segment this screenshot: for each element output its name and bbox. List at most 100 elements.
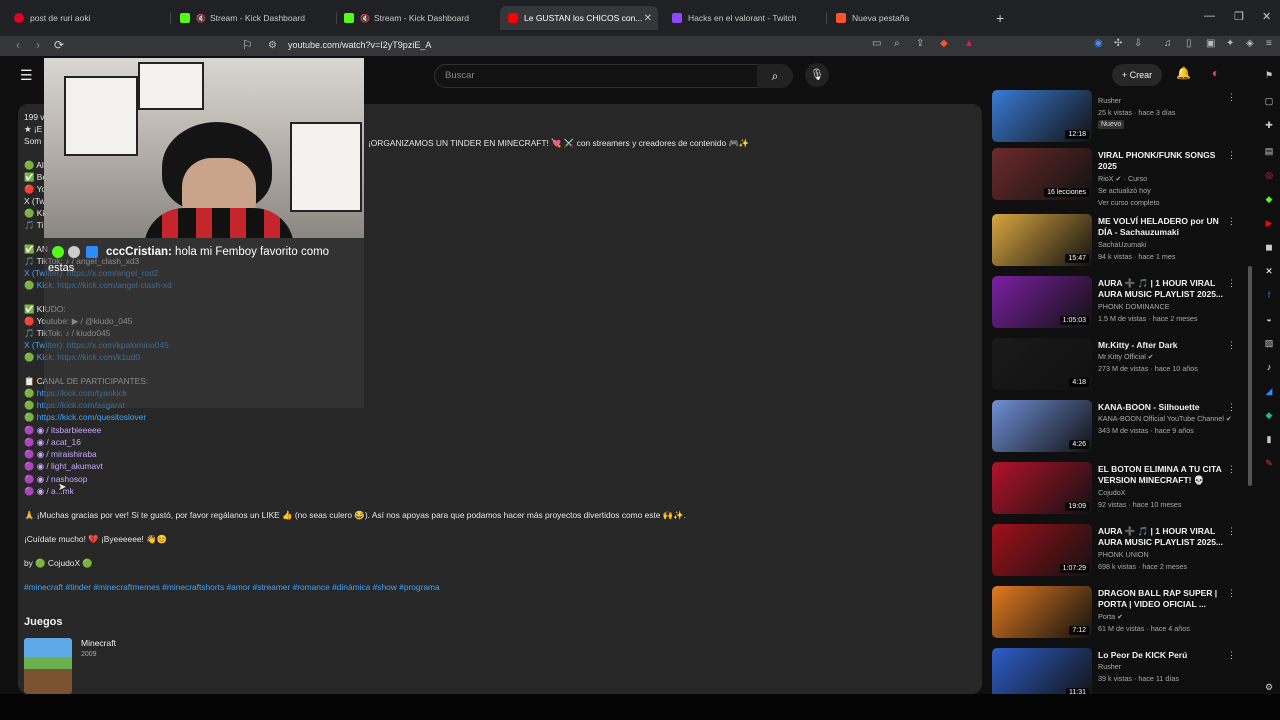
channel-name[interactable]: Mr.Kitty Official ✔ (1098, 352, 1154, 361)
more-options-icon[interactable]: ⋮ (1227, 588, 1236, 599)
description-line[interactable]: 🟣 ◉ / nashosop (24, 474, 87, 485)
mic-button[interactable]: 🎙 (805, 63, 829, 87)
sidebar-extension-icon[interactable]: f (1262, 290, 1276, 300)
sidebar-extension-icon[interactable]: ⚙ (1262, 682, 1276, 693)
video-title[interactable]: AURA ➕ 🎵 | 1 HOUR VIRAL AURA MUSIC PLAYL… (1098, 278, 1226, 300)
sidebar-scrollbar[interactable] (1248, 266, 1252, 486)
sidebar-extension-icon[interactable]: ⚑ (1262, 70, 1276, 81)
puzzle-icon[interactable]: ✣ (1114, 38, 1122, 49)
zoom-icon[interactable]: ⌕ (894, 38, 900, 49)
description-line[interactable]: 🟣 ◉ / miraishiraba (24, 449, 97, 460)
sidebar-extension-icon[interactable]: ▶ (1262, 218, 1276, 229)
download-icon[interactable]: ⇩ (1134, 38, 1142, 49)
sidebar-extension-icon[interactable]: ◼ (1262, 242, 1276, 253)
close-icon[interactable]: ✕ (644, 13, 652, 24)
more-options-icon[interactable]: ⋮ (1227, 150, 1236, 161)
sidebar-extension-icon[interactable]: ◆ (1262, 410, 1276, 421)
vpn-icon[interactable]: ◈ (1246, 38, 1254, 49)
video-thumbnail[interactable]: 1:05:03 (992, 276, 1092, 328)
channel-name[interactable]: Rusher (1098, 662, 1121, 671)
game-title[interactable]: Minecraft (81, 638, 116, 648)
recommendation-item[interactable]: 19:09 EL BOTON ELIMINA A TU CITA VERSION … (992, 462, 1242, 518)
view-course-link[interactable]: Ver curso completo (1098, 198, 1160, 207)
description-line[interactable]: 🟣 ◉ / itsbarbieeeee (24, 425, 101, 436)
brave-shield-icon[interactable]: ◆ (940, 38, 948, 49)
more-options-icon[interactable]: ⋮ (1227, 278, 1236, 289)
new-tab-button[interactable]: + (996, 10, 1004, 26)
minimize-icon[interactable]: — (1204, 10, 1215, 22)
tab-2[interactable]: 🔇 Stream - Kick Dashboard (180, 6, 330, 30)
close-window-icon[interactable]: ✕ (1262, 10, 1271, 23)
recommendation-item[interactable]: 12:18 Rusher 25 k vistas · hace 3 días Nuev… (992, 90, 1242, 146)
video-thumbnail[interactable]: 7:12 (992, 586, 1092, 638)
bookmark-icon[interactable]: ⚐ (242, 38, 253, 52)
video-title[interactable]: VIRAL PHONK/FUNK SONGS 2025 (1098, 150, 1226, 172)
recommendation-item[interactable]: 4:26 KANA-BOON - Silhouette KANA-BOON Offi… (992, 400, 1242, 456)
reload-icon[interactable]: ⟳ (54, 38, 64, 52)
recommendation-item[interactable]: 1:07:29 AURA ➕ 🎵 | 1 HOUR VIRAL AURA MUSI… (992, 524, 1242, 580)
more-options-icon[interactable]: ⋮ (1227, 464, 1236, 475)
description-line[interactable]: #minecraft #tinder #minecraftmemes #mine… (24, 582, 440, 592)
sidebar-extension-icon[interactable]: ▢ (1262, 96, 1276, 107)
description-line[interactable]: 🟣 ◉ / light_akumavt (24, 461, 103, 472)
sidebar-extension-icon[interactable]: ◒ (1262, 314, 1276, 324)
search-input[interactable]: Buscar (434, 64, 758, 88)
tab-4-active[interactable]: Le GUSTAN los CHICOS con... ✕ (500, 6, 658, 30)
recommendation-item[interactable]: 15:47 ME VOLVÍ HELADERO por UN DÍA - Sach… (992, 214, 1242, 270)
video-thumbnail[interactable]: 19:09 (992, 462, 1092, 514)
video-thumbnail[interactable]: 4:26 (992, 400, 1092, 452)
video-title[interactable]: ME VOLVÍ HELADERO por UN DÍA - Sachauzum… (1098, 216, 1226, 238)
tab-3[interactable]: 🔇 Stream - Kick Dashboard (344, 6, 494, 30)
leo-icon[interactable]: ✦ (1226, 38, 1234, 49)
recommendation-item[interactable]: 4:18 Mr.Kitty - After Dark Mr.Kitty Offici… (992, 338, 1242, 394)
video-thumbnail[interactable]: 15:47 (992, 214, 1092, 266)
channel-name[interactable]: PHONK DOMINANCE (1098, 302, 1169, 311)
more-options-icon[interactable]: ⋮ (1227, 340, 1236, 351)
hamburger-icon[interactable]: ☰ (20, 67, 33, 84)
more-options-icon[interactable]: ⋮ (1227, 92, 1236, 103)
menu-icon[interactable]: ≡ (1266, 38, 1272, 49)
video-thumbnail[interactable]: 12:18 (992, 90, 1092, 142)
description-line[interactable]: 🟢 https://kick.com/quesitoslover (24, 412, 146, 423)
channel-name[interactable]: CojudoX (1098, 488, 1126, 497)
extension-icon[interactable]: ◉ (1094, 38, 1103, 49)
more-options-icon[interactable]: ⋮ (1227, 216, 1236, 227)
more-options-icon[interactable]: ⋮ (1227, 526, 1236, 537)
video-thumbnail[interactable]: 11:31 (992, 648, 1092, 700)
description-line[interactable]: 🟣 ◉ / acat_16 (24, 437, 81, 448)
more-options-icon[interactable]: ⋮ (1227, 402, 1236, 413)
sidebar-extension-icon[interactable]: ✕ (1262, 266, 1276, 277)
more-options-icon[interactable]: ⋮ (1227, 650, 1236, 661)
channel-name[interactable]: KANA-BOON Official YouTube Channel ✔ (1098, 414, 1232, 423)
video-title[interactable]: DRAGON BALL RAP SUPER | PORTA | VIDEO OF… (1098, 588, 1226, 610)
video-title[interactable]: Lo Peor De KICK Perú (1098, 650, 1226, 661)
sidebar-extension-icon[interactable]: ✎ (1262, 458, 1276, 469)
sidebar-extension-icon[interactable]: ▮ (1262, 434, 1276, 445)
channel-name[interactable]: PHONK UNION (1098, 550, 1149, 559)
video-thumbnail[interactable]: 4:18 (992, 338, 1092, 390)
create-button[interactable]: + Crear (1112, 64, 1162, 86)
video-title[interactable]: Mr.Kitty - After Dark (1098, 340, 1226, 351)
sidebar-extension-icon[interactable]: ✚ (1262, 120, 1276, 131)
sidebar-extension-icon[interactable]: ◢ (1262, 386, 1276, 397)
video-thumbnail[interactable]: 1:07:29 (992, 524, 1092, 576)
channel-name[interactable]: Rusher (1098, 96, 1121, 105)
channel-name[interactable]: SachaUzumaki (1098, 240, 1146, 249)
recommendation-item[interactable]: 7:12 DRAGON BALL RAP SUPER | PORTA | VIDE… (992, 586, 1242, 642)
avatar[interactable]: ◐ (1212, 66, 1219, 80)
channel-name[interactable]: Porta ✔ (1098, 612, 1123, 621)
search-button[interactable]: ⌕ (757, 64, 793, 88)
music-icon[interactable]: ♫ (1164, 38, 1172, 49)
forward-icon[interactable]: › (36, 38, 40, 52)
video-title[interactable]: AURA ➕ 🎵 | 1 HOUR VIRAL AURA MUSIC PLAYL… (1098, 526, 1226, 548)
video-title[interactable]: EL BOTON ELIMINA A TU CITA VERSION MINEC… (1098, 464, 1226, 486)
sidebar-extension-icon[interactable]: ♪ (1262, 362, 1276, 372)
sidebar-extension-icon[interactable]: ◆ (1262, 194, 1276, 205)
restore-icon[interactable]: ❐ (1234, 10, 1244, 23)
cast-icon[interactable]: ▭ (872, 38, 881, 49)
channel-name[interactable]: RioX ✔ · Curso (1098, 174, 1147, 183)
video-title[interactable]: KANA-BOON - Silhouette (1098, 402, 1226, 413)
sidebar-extension-icon[interactable]: ▨ (1262, 338, 1276, 349)
site-info-icon[interactable]: ⚙ (268, 40, 277, 51)
tab-6[interactable]: Nueva pestaña (836, 6, 986, 30)
